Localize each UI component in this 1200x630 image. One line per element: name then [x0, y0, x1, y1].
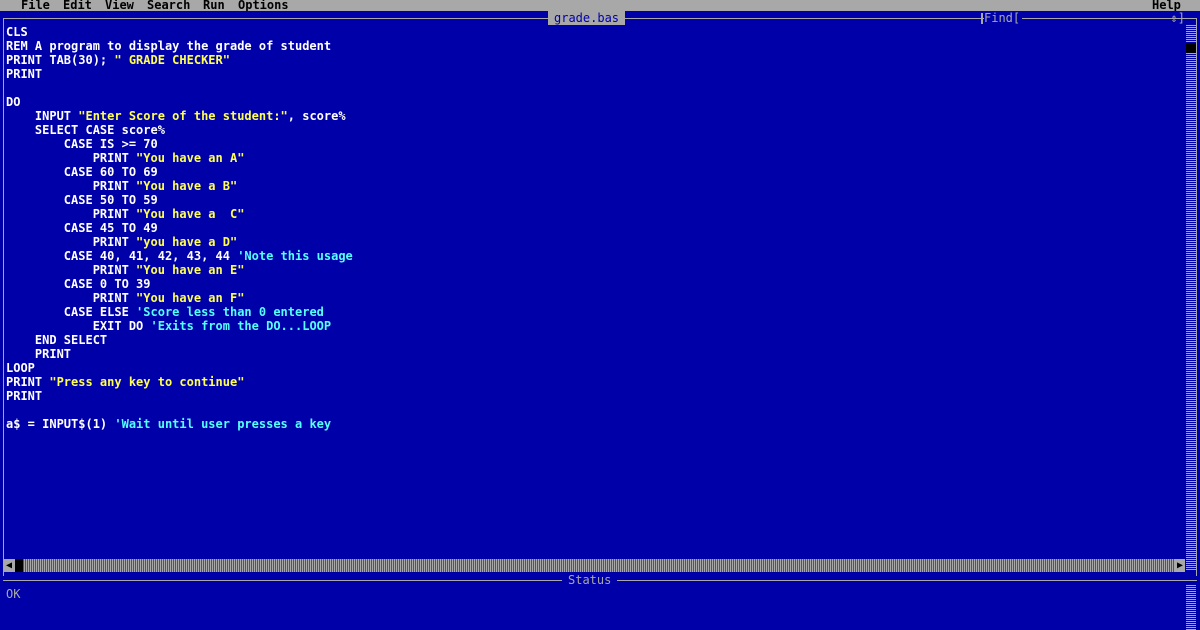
code-text: PRINT — [6, 151, 137, 165]
menu-search[interactable]: Search — [147, 0, 190, 11]
code-line[interactable]: CASE ELSE 'Score less than 0 entered — [6, 305, 353, 319]
code-text: , score% — [287, 109, 346, 123]
code-text: CLS — [6, 25, 28, 39]
status-text: OK — [6, 587, 21, 601]
code-text: CASE 0 TO 39 — [6, 277, 151, 291]
status-title[interactable]: Status — [562, 573, 618, 587]
code-comment: 'Score less than 0 entered — [136, 305, 324, 319]
editor-frame-left — [3, 18, 4, 576]
code-string: "Press any key to continue" — [49, 375, 245, 389]
code-line[interactable]: LOOP — [6, 361, 353, 375]
code-text: PRINT TAB(30); — [6, 53, 115, 67]
code-text: CASE ELSE — [6, 305, 137, 319]
code-text: PRINT — [6, 291, 137, 305]
code-line[interactable]: PRINT "You have an F" — [6, 291, 353, 305]
code-line[interactable]: a$ = INPUT$(1) 'Wait until user presses … — [6, 417, 353, 431]
code-text: CASE 50 TO 59 — [6, 193, 158, 207]
code-string: "You have an F" — [136, 291, 245, 305]
code-string: "You have an A" — [136, 151, 245, 165]
code-text: CASE 45 TO 49 — [6, 221, 158, 235]
code-line[interactable]: PRINT "you have a D" — [6, 235, 353, 249]
code-line[interactable]: CASE 0 TO 39 — [6, 277, 353, 291]
editor-frame-right — [1196, 18, 1197, 576]
code-line[interactable]: PRINT "You have a B" — [6, 179, 353, 193]
code-string: "You have a C" — [136, 207, 245, 221]
code-line[interactable]: CASE IS >= 70 — [6, 137, 353, 151]
code-line[interactable]: REM A program to display the grade of st… — [6, 39, 353, 53]
menu-edit[interactable]: Edit — [63, 0, 92, 11]
code-line[interactable]: EXIT DO 'Exits from the DO...LOOP — [6, 319, 353, 333]
code-line[interactable]: SELECT CASE score% — [6, 123, 353, 137]
code-text: SELECT CASE score% — [6, 123, 165, 137]
code-area[interactable]: CLS REM A program to display the grade of… — [6, 25, 353, 431]
code-string: "You have a B" — [136, 179, 238, 193]
code-text: END SELECT — [6, 333, 108, 347]
code-line[interactable]: END SELECT — [6, 333, 353, 347]
code-comment: 'Exits from the DO...LOOP — [150, 319, 332, 333]
editor-window: grade.bas Find[ ⇕] CLS REM A program to d… — [0, 11, 1200, 576]
status-scrollbar[interactable] — [1186, 584, 1196, 630]
horizontal-scrollbar[interactable]: ◀ ▶ — [4, 559, 1185, 572]
code-line[interactable]: PRINT "You have an A" — [6, 151, 353, 165]
code-line[interactable]: PRINT — [6, 347, 353, 361]
code-line[interactable]: CASE 60 TO 69 — [6, 165, 353, 179]
code-text: LOOP — [6, 361, 35, 375]
code-text: DO — [6, 95, 21, 109]
scroll-right-icon[interactable]: ▶ — [1175, 559, 1185, 572]
code-string: "Enter Score of the student:" — [78, 109, 288, 123]
code-line[interactable]: PRINT — [6, 389, 353, 403]
code-text: REM A program to display the grade of st… — [6, 39, 332, 53]
menu-view[interactable]: View — [105, 0, 134, 11]
menu-file[interactable]: File — [21, 0, 50, 11]
scroll-left-icon[interactable]: ◀ — [4, 559, 14, 572]
code-text: PRINT — [6, 389, 43, 403]
horizontal-scroll-thumb[interactable] — [15, 559, 23, 572]
status-pane: Status OK — [0, 573, 1200, 630]
menu-bar: File Edit View Search Run Options Help — [0, 0, 1200, 11]
code-line[interactable]: CASE 45 TO 49 — [6, 221, 353, 235]
menu-run[interactable]: Run — [203, 0, 225, 11]
code-line[interactable]: PRINT "You have an E" — [6, 263, 353, 277]
code-text: CASE IS >= 70 — [6, 137, 158, 151]
code-text: PRINT — [6, 67, 43, 81]
code-line[interactable]: CASE 50 TO 59 — [6, 193, 353, 207]
code-text: PRINT — [6, 375, 50, 389]
code-line[interactable]: CASE 40, 41, 42, 43, 44 'Note this usage — [6, 249, 353, 263]
code-line[interactable]: PRINT TAB(30); " GRADE CHECKER" — [6, 53, 353, 67]
vertical-scrollbar[interactable] — [1186, 25, 1196, 570]
code-text: PRINT — [6, 179, 137, 193]
code-text: INPUT — [6, 109, 79, 123]
code-text: PRINT — [6, 207, 137, 221]
code-line[interactable] — [6, 81, 353, 95]
code-text: a$ = INPUT$(1) — [6, 417, 115, 431]
code-string: " GRADE CHECKER" — [114, 53, 230, 67]
find-dropdown-icon[interactable]: ⇕] — [1163, 11, 1185, 25]
code-line[interactable]: CLS — [6, 25, 353, 39]
code-line[interactable]: PRINT "Press any key to continue" — [6, 375, 353, 389]
find-label: Find[ — [984, 11, 1023, 25]
code-text: CASE 40, 41, 42, 43, 44 — [6, 249, 238, 263]
menu-options[interactable]: Options — [238, 0, 289, 11]
find-field-marker — [981, 13, 983, 24]
code-text: PRINT — [6, 235, 137, 249]
menu-help[interactable]: Help — [1152, 0, 1181, 11]
code-comment: 'Wait until user presses a key — [114, 417, 332, 431]
code-string: "you have a D" — [136, 235, 238, 249]
code-comment: 'Note this usage — [237, 249, 353, 263]
code-line[interactable]: DO — [6, 95, 353, 109]
code-line[interactable]: PRINT "You have a C" — [6, 207, 353, 221]
code-text: PRINT — [6, 263, 137, 277]
code-line[interactable]: PRINT — [6, 67, 353, 81]
code-text: EXIT DO — [6, 319, 151, 333]
code-line[interactable]: INPUT "Enter Score of the student:", sco… — [6, 109, 353, 123]
editor-file-title[interactable]: grade.bas — [548, 11, 626, 25]
code-text: CASE 60 TO 69 — [6, 165, 158, 179]
code-string: "You have an E" — [136, 263, 245, 277]
code-text: PRINT — [6, 347, 72, 361]
code-line[interactable] — [6, 403, 353, 417]
find-field[interactable]: Find[ — [981, 11, 1161, 25]
vertical-scroll-thumb[interactable] — [1186, 43, 1196, 53]
